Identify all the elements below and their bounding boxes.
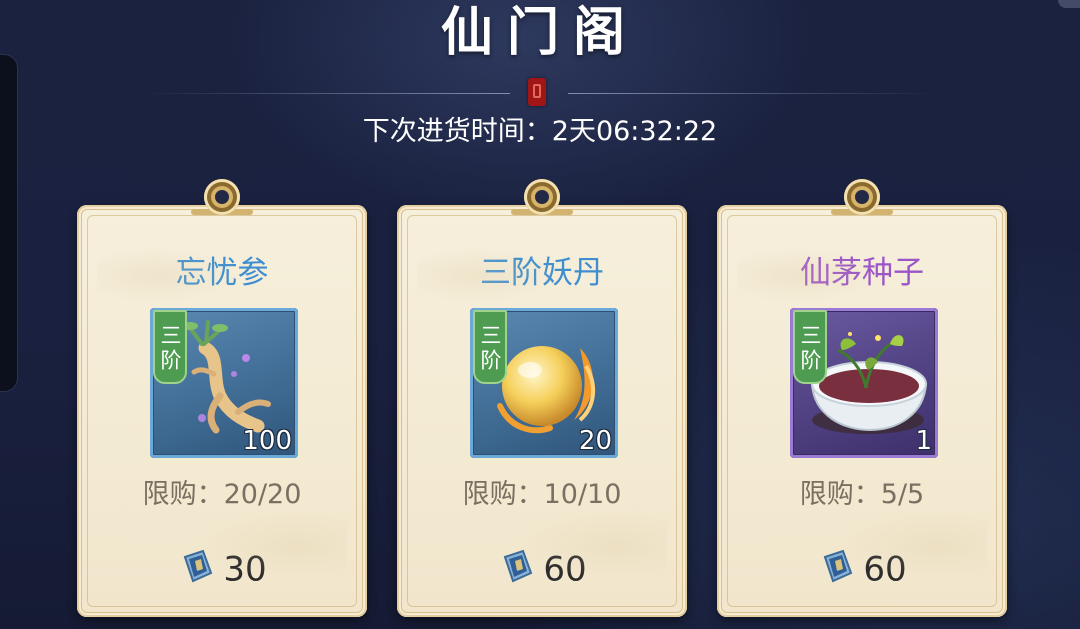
card-hanger-ring-icon [204, 179, 240, 215]
purchase-limit: 限购：10/10 [397, 477, 687, 513]
restock-label: 下次进货时间： [362, 116, 552, 147]
limit-label: 限购： [799, 479, 881, 510]
buy-button[interactable]: 60 [717, 546, 1007, 592]
purchase-limit: 限购：20/20 [77, 477, 367, 513]
red-seal-icon [528, 78, 546, 106]
tier-tag: 三阶 [793, 310, 827, 384]
card-hanger-ring-icon [844, 179, 880, 215]
shop-card-wangyoushen[interactable]: 忘忧参 三阶 100 限购：20/20 30 [77, 179, 367, 617]
restock-timer: 下次进货时间：2天06:32:22 [0, 114, 1080, 150]
item-name: 仙茅种子 [800, 255, 924, 291]
buy-button[interactable]: 60 [397, 546, 687, 592]
item-slot[interactable]: 三阶 20 [470, 308, 618, 458]
title-divider-right [568, 93, 938, 94]
jade-token-icon [504, 549, 533, 582]
page-title: 仙门阁 [440, 2, 639, 63]
item-price: 60 [543, 549, 587, 590]
item-quantity: 1 [915, 426, 932, 456]
tier-tag: 三阶 [473, 310, 507, 384]
shop-card-yaodan[interactable]: 三阶妖丹 三阶 20 限购：10/10 60 [397, 179, 687, 617]
buy-button[interactable]: 30 [77, 546, 367, 592]
limit-label: 限购： [462, 479, 544, 510]
limit-value: 10/10 [543, 479, 622, 510]
jade-token-icon [824, 549, 853, 582]
restock-time: 2天06:32:22 [551, 116, 718, 147]
item-quantity: 20 [578, 426, 612, 456]
card-hanger-ring-icon [524, 179, 560, 215]
tier-tag: 三阶 [153, 310, 187, 384]
item-slot[interactable]: 三阶 1 [790, 308, 938, 458]
item-price: 30 [223, 549, 267, 590]
item-price: 60 [863, 549, 907, 590]
limit-value: 5/5 [880, 479, 925, 510]
item-name: 三阶妖丹 [480, 255, 604, 291]
limit-label: 限购： [142, 479, 224, 510]
item-slot[interactable]: 三阶 100 [150, 308, 298, 458]
item-quantity: 100 [242, 426, 292, 456]
side-panel-tab[interactable] [0, 54, 18, 392]
item-name: 忘忧参 [175, 255, 269, 291]
purchase-limit: 限购：5/5 [717, 477, 1007, 513]
jade-token-icon [184, 549, 213, 582]
title-divider-left [140, 93, 510, 94]
shop-card-xianmao-seed[interactable]: 仙茅种子 三阶 1 限购：5/5 60 [717, 179, 1007, 617]
limit-value: 20/20 [223, 479, 302, 510]
